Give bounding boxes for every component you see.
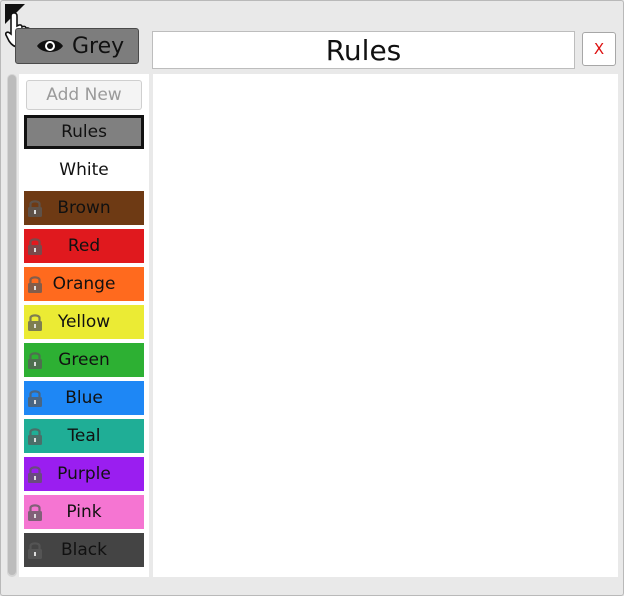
lock-icon [28,428,42,445]
lock-icon [28,238,42,255]
lock-icon [28,542,42,559]
title-field[interactable]: Rules [152,31,575,69]
rules-content-area[interactable] [153,74,618,577]
sidebar-item-label: Green [58,350,110,370]
close-button[interactable]: X [582,32,616,66]
sidebar-item-yellow[interactable]: Yellow [24,305,144,339]
sidebar-item-black[interactable]: Black [24,533,144,567]
lock-icon [28,276,42,293]
sidebar-item-label: Brown [57,198,111,218]
sidebar-item-rules[interactable]: Rules [24,115,144,149]
eye-icon [37,40,63,52]
sidebar-item-red[interactable]: Red [24,229,144,263]
lock-icon [28,390,42,407]
lock-icon [28,352,42,369]
sidebar-item-pink[interactable]: Pink [24,495,144,529]
sidebar-item-label: Yellow [57,312,111,332]
lock-icon [28,466,42,483]
add-new-button[interactable]: Add New [26,80,142,110]
sidebar-item-white[interactable]: White [24,153,144,187]
close-label: X [593,40,605,58]
sidebar-item-label: Pink [66,502,102,522]
sidebar-item-label: Black [61,540,107,560]
sidebar-item-green[interactable]: Green [24,343,144,377]
sidebar-item-label: Purple [57,464,111,484]
lock-icon [28,200,42,217]
app-window: Grey Rules X Add New Rules White Brown Red O… [0,0,624,596]
sidebar-item-label: Blue [65,388,103,408]
sidebar: Add New Rules White Brown Red Orange Yellow Gr… [19,74,149,577]
sidebar-item-label: Orange [52,274,116,294]
lock-icon [28,314,42,331]
lock-icon [28,504,42,521]
sidebar-item-brown[interactable]: Brown [24,191,144,225]
sidebar-scrollbar-thumb[interactable] [8,75,16,575]
sidebar-item-blue[interactable]: Blue [24,381,144,415]
sidebar-item-label: Teal [67,426,101,446]
sidebar-item-label: Rules [61,122,107,142]
sidebar-item-orange[interactable]: Orange [24,267,144,301]
sidebar-item-purple[interactable]: Purple [24,457,144,491]
page-title: Rules [325,33,402,67]
sidebar-item-label: White [59,160,109,180]
view-mode-label: Grey [72,34,125,59]
sidebar-item-label: Red [67,236,101,256]
view-mode-button[interactable]: Grey [15,28,139,64]
add-new-label: Add New [46,85,122,105]
sidebar-item-teal[interactable]: Teal [24,419,144,453]
